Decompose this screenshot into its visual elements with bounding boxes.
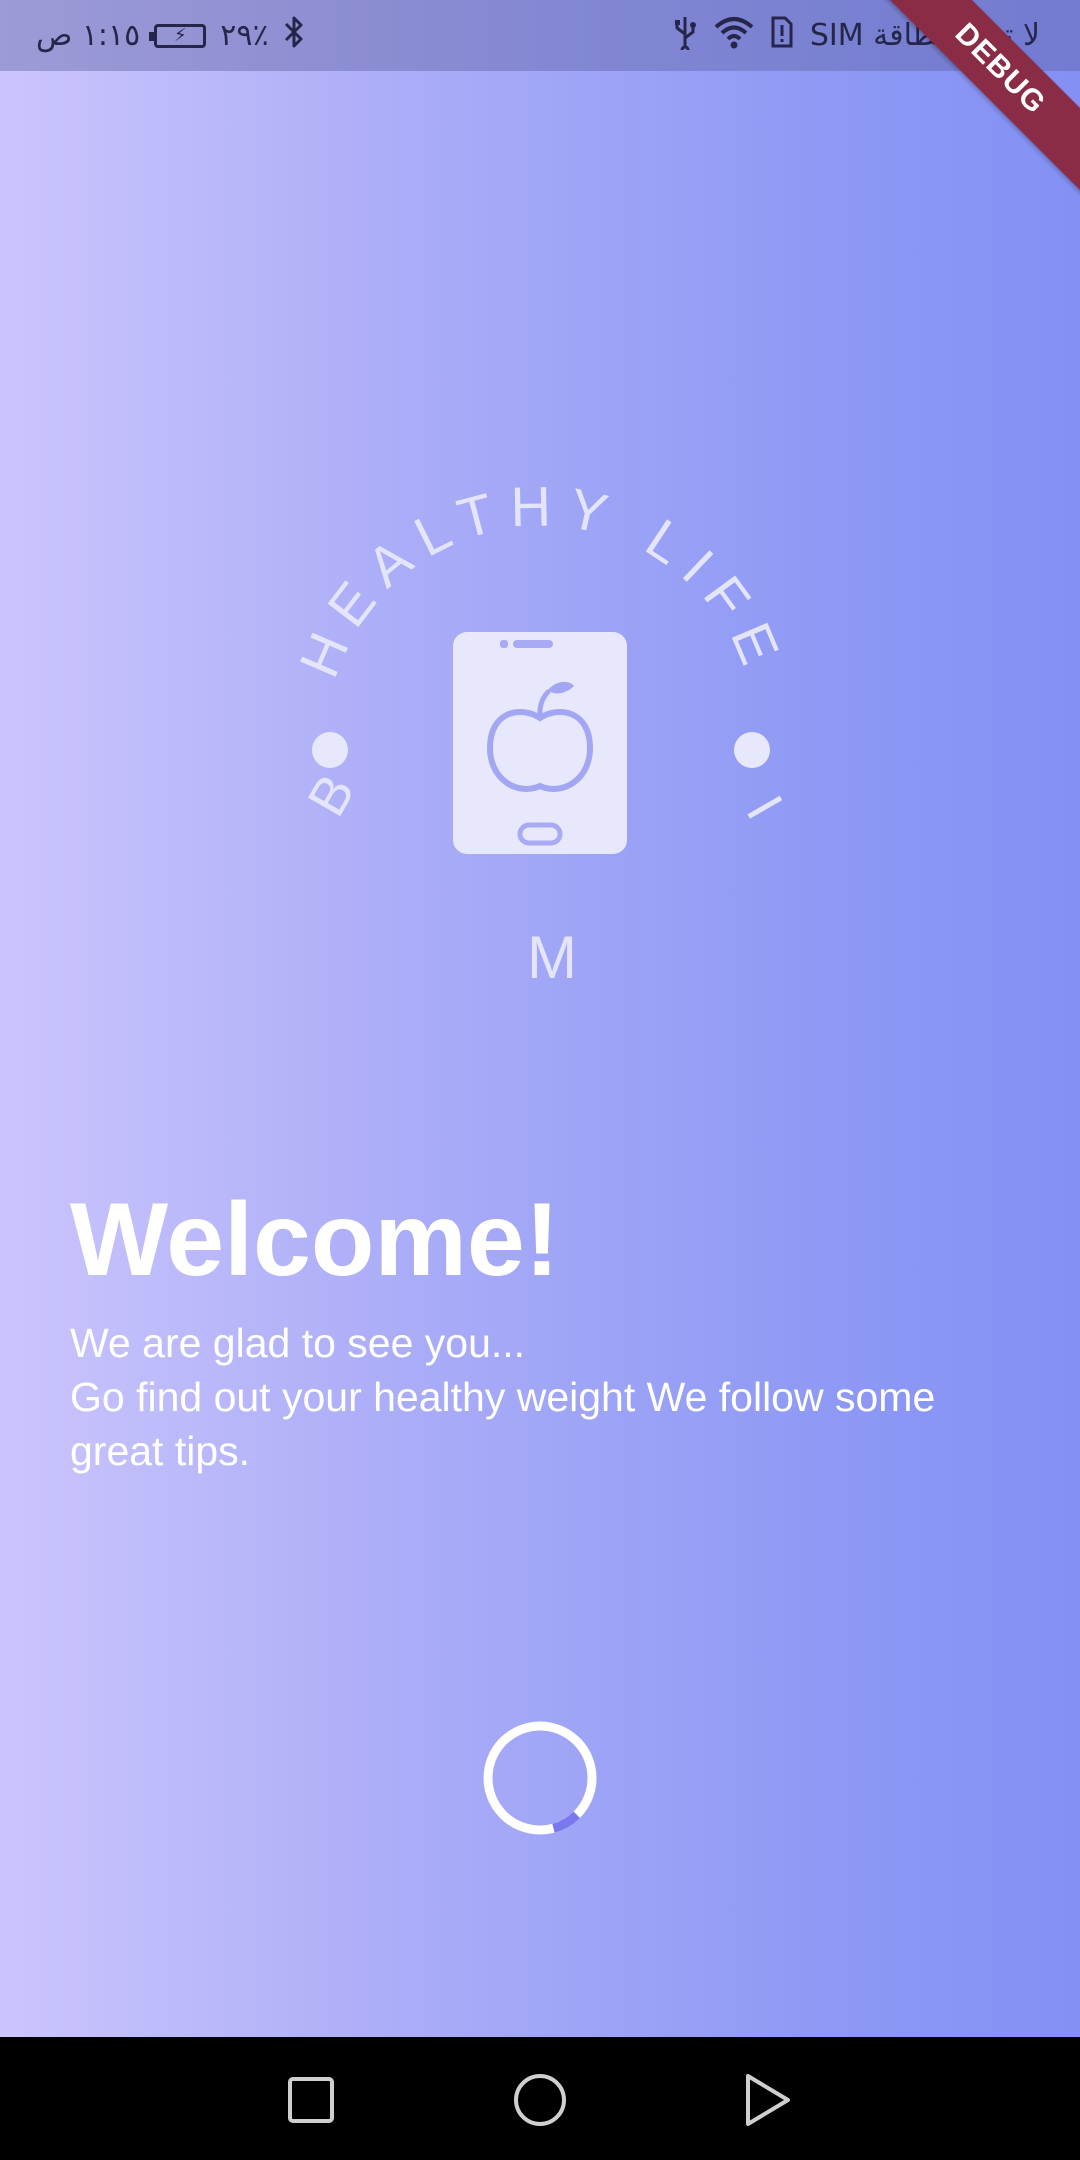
welcome-title: Welcome!: [70, 1182, 560, 1298]
logo-letter-left: B: [296, 765, 366, 826]
logo-dot-right: [734, 732, 770, 768]
navigation-bar: [0, 2037, 1080, 2160]
sim-alert-icon: [770, 15, 794, 57]
battery-percent: ٢٩٪: [220, 18, 269, 53]
logo-letter-right: I: [735, 786, 790, 829]
recent-apps-icon[interactable]: [276, 2065, 346, 2135]
welcome-line-1: We are glad to see you...: [70, 1320, 526, 1366]
back-icon[interactable]: [733, 2065, 803, 2135]
status-left: ١:١٥ ص ⚡ ٢٩٪: [36, 0, 305, 71]
app-logo: HEALTHY LIFE B I M: [290, 480, 790, 1000]
usb-icon: [672, 14, 698, 58]
logo-dot-left: [312, 732, 348, 768]
clock: ١:١٥ ص: [36, 18, 141, 53]
loading-spinner: [480, 1718, 600, 1838]
welcome-message: We are glad to see you... Go find out yo…: [70, 1316, 970, 1478]
wifi-icon: [714, 15, 754, 57]
battery-icon: ⚡: [149, 23, 207, 48]
splash-screen: ١:١٥ ص ⚡ ٢٩٪ لا توجد بطاقة SIM DEBUG: [0, 0, 1080, 2160]
bluetooth-icon: [283, 15, 305, 57]
logo-letter-bottom: M: [527, 924, 577, 991]
home-icon[interactable]: [505, 2065, 575, 2135]
phone-apple-icon: [453, 632, 627, 854]
welcome-line-2: Go find out your healthy weight We follo…: [70, 1374, 936, 1474]
